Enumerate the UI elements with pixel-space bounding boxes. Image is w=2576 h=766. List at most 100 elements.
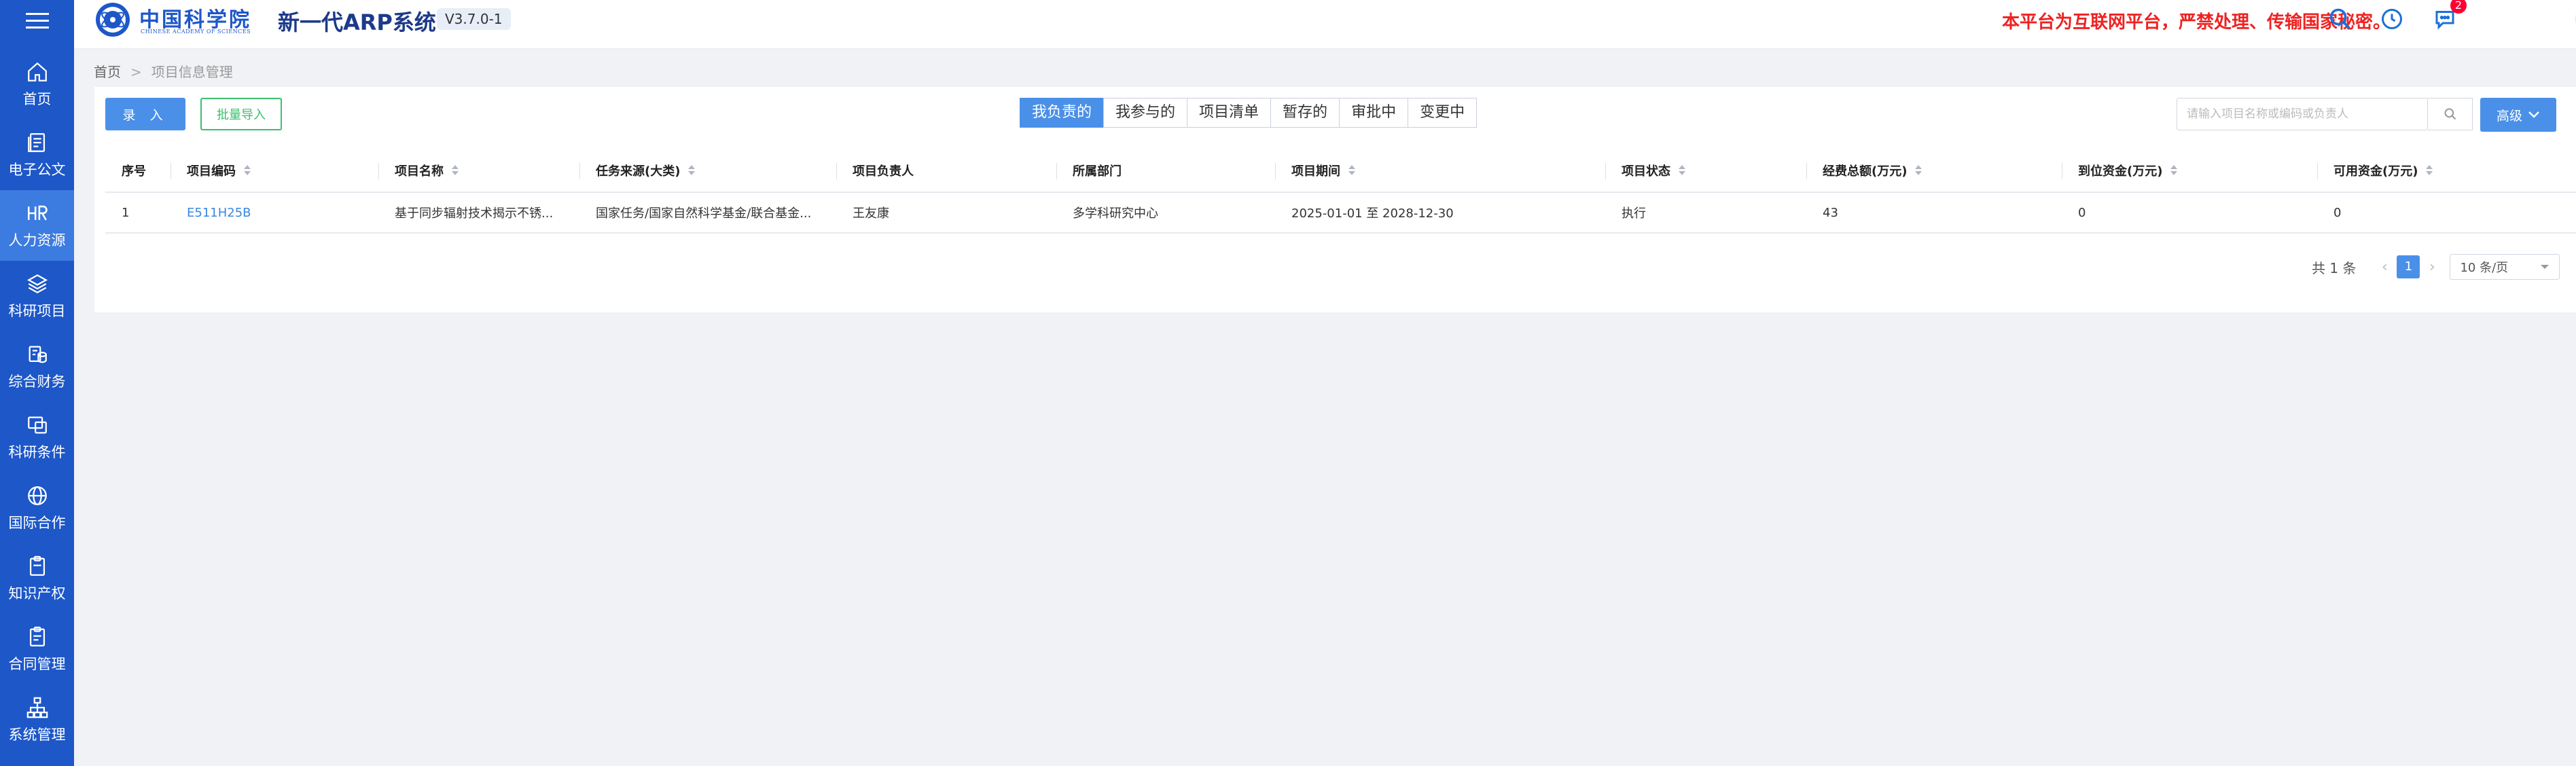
- column-header[interactable]: 项目期间: [1275, 149, 1605, 192]
- sidebar-item-label: 知识产权: [8, 585, 66, 602]
- sort-icon[interactable]: [1348, 165, 1355, 176]
- chevron-down-icon: [2528, 111, 2539, 118]
- project-filter-tabs: 我负责的 我参与的 项目清单 暂存的 审批中 变更中: [1020, 98, 1478, 128]
- search-input[interactable]: [2177, 98, 2428, 130]
- hamburger-icon: [25, 13, 49, 29]
- sidebar-item-ip[interactable]: 知识产权: [0, 543, 74, 614]
- tab-project-list[interactable]: 项目清单: [1187, 98, 1272, 128]
- column-header[interactable]: 经费总额(万元): [1806, 149, 2062, 192]
- sidebar-item-label: 合同管理: [8, 656, 66, 672]
- equipment-icon: [25, 413, 50, 437]
- version-badge: V3.7.0-1: [437, 8, 511, 30]
- page-size-select[interactable]: 10 条/页: [2450, 254, 2560, 280]
- tab-my-responsible[interactable]: 我负责的: [1020, 98, 1105, 128]
- pagination: 共 1 条 ‹ 1 › 10 条/页: [2312, 254, 2560, 280]
- search-icon[interactable]: [2327, 5, 2354, 33]
- sidebar-item-label: 首页: [22, 91, 52, 107]
- tab-in-change[interactable]: 变更中: [1408, 98, 1478, 128]
- finance-icon: [25, 342, 50, 367]
- cell-available-funding: 0: [2333, 205, 2342, 220]
- sort-icon[interactable]: [452, 165, 459, 176]
- org-chart-icon: [25, 695, 50, 720]
- cell-project-leader: 王友康: [853, 206, 889, 221]
- cell-project-code-link[interactable]: E511H25B: [171, 193, 378, 232]
- sidebar-item-research-projects[interactable]: 科研项目: [0, 261, 74, 331]
- sort-icon[interactable]: [1679, 165, 1685, 176]
- sort-icon[interactable]: [244, 165, 251, 176]
- globe-icon: [25, 484, 50, 508]
- next-page-icon[interactable]: ›: [2424, 259, 2440, 276]
- column-header[interactable]: 可用资金(万元): [2317, 149, 2576, 192]
- advanced-search-button[interactable]: 高级: [2480, 98, 2556, 132]
- entry-button[interactable]: 录 入: [105, 98, 185, 130]
- breadcrumb-home[interactable]: 首页: [94, 64, 121, 80]
- sort-icon[interactable]: [688, 165, 696, 176]
- sidebar-item-label: 科研项目: [8, 303, 66, 319]
- sidebar-item-contracts[interactable]: 合同管理: [0, 614, 74, 685]
- column-header: 所属部门: [1056, 149, 1275, 192]
- project-table: 序号 项目编码 项目名称 任务来源(大类) 项目负责人 所属部门 项目期间 项目…: [105, 149, 2576, 234]
- column-header[interactable]: 到位资金(万元): [2062, 149, 2317, 192]
- table-header-row: 序号 项目编码 项目名称 任务来源(大类) 项目负责人 所属部门 项目期间 项目…: [105, 149, 2576, 193]
- sidebar-item-documents[interactable]: 电子公文: [0, 120, 74, 190]
- sidebar-item-hr[interactable]: 人力资源: [0, 190, 74, 261]
- tab-drafts[interactable]: 暂存的: [1270, 98, 1340, 128]
- advanced-label: 高级: [2496, 109, 2522, 124]
- sidebar-item-home[interactable]: 首页: [0, 49, 74, 120]
- sidebar-item-label: 国际合作: [8, 515, 66, 531]
- sort-icon[interactable]: [2170, 165, 2178, 176]
- chevron-down-icon: [2541, 265, 2550, 269]
- search-icon: [2444, 108, 2456, 120]
- top-header: 中国科学院 CHINESE ACADEMY OF SCIENCES 新一代ARP…: [74, 0, 2576, 49]
- prev-page-icon[interactable]: ‹: [2376, 259, 2393, 276]
- tab-my-participation[interactable]: 我参与的: [1103, 98, 1188, 128]
- hr-icon: [25, 201, 50, 225]
- clipboard-icon: [25, 554, 50, 579]
- sidebar-item-system[interactable]: 系统管理: [0, 685, 74, 755]
- project-list-panel: 录 入 批量导入 我负责的 我参与的 项目清单 暂存的 审批中 变更中 高级 序…: [94, 87, 2576, 312]
- clock-icon[interactable]: [2378, 5, 2405, 33]
- cell-project-period: 2025-01-01 至 2028-12-30: [1291, 206, 1454, 221]
- menu-toggle-button[interactable]: [0, 0, 74, 42]
- sort-icon[interactable]: [1915, 165, 1922, 176]
- column-header[interactable]: 项目状态: [1605, 149, 1806, 192]
- breadcrumb: 首页 > 项目信息管理: [94, 61, 233, 81]
- sidebar-item-research-conditions[interactable]: 科研条件: [0, 402, 74, 473]
- breadcrumb-separator: >: [130, 64, 142, 80]
- cas-emblem-icon: [96, 3, 130, 37]
- sidebar-item-finance[interactable]: 综合财务: [0, 331, 74, 402]
- contract-icon: [25, 625, 50, 649]
- sidebar-item-international[interactable]: 国际合作: [0, 473, 74, 543]
- sidebar-item-label: 电子公文: [8, 162, 66, 178]
- cell-department: 多学科研究中心: [1073, 206, 1158, 221]
- page-number-current[interactable]: 1: [2397, 255, 2420, 278]
- cell-total-funding: 43: [1823, 205, 1838, 220]
- search-button[interactable]: [2428, 98, 2473, 130]
- cell-project-status: 执行: [1622, 206, 1646, 221]
- column-header[interactable]: 任务来源(大类): [579, 149, 836, 192]
- cell-project-name: 基于同步辐射技术揭示不锈...: [395, 206, 554, 221]
- sidebar-item-label: 科研条件: [8, 444, 66, 460]
- sidebar: 首页 电子公文 人力资源 科研项目 综合财务 科研条件 国际合作 知识产权 合同…: [0, 0, 74, 766]
- sidebar-item-label: 系统管理: [8, 727, 66, 743]
- document-icon: [25, 130, 50, 155]
- table-row[interactable]: 1 E511H25B 基于同步辐射技术揭示不锈... 国家任务/国家自然科学基金…: [105, 193, 2576, 234]
- column-header: 项目负责人: [836, 149, 1056, 192]
- cell-task-source: 国家任务/国家自然科学基金/联合基金...: [596, 206, 812, 221]
- column-header[interactable]: 项目编码: [171, 149, 378, 192]
- org-name-en: CHINESE ACADEMY OF SCIENCES: [141, 29, 251, 35]
- batch-import-button[interactable]: 批量导入: [200, 98, 282, 130]
- page-size-value: 10 条/页: [2460, 261, 2509, 275]
- cell-index: 1: [122, 205, 130, 220]
- system-title: 新一代ARP系统: [278, 10, 436, 35]
- sort-icon[interactable]: [2426, 165, 2433, 176]
- breadcrumb-current: 项目信息管理: [151, 64, 233, 80]
- tab-in-approval[interactable]: 审批中: [1339, 98, 1409, 128]
- home-icon: [25, 60, 50, 84]
- sidebar-item-label: 人力资源: [8, 232, 66, 249]
- cell-received-funding: 0: [2078, 205, 2086, 220]
- column-header: 序号: [122, 164, 146, 179]
- sidebar-item-label: 综合财务: [8, 373, 66, 390]
- column-header[interactable]: 项目名称: [378, 149, 579, 192]
- pagination-total: 共 1 条: [2312, 259, 2357, 276]
